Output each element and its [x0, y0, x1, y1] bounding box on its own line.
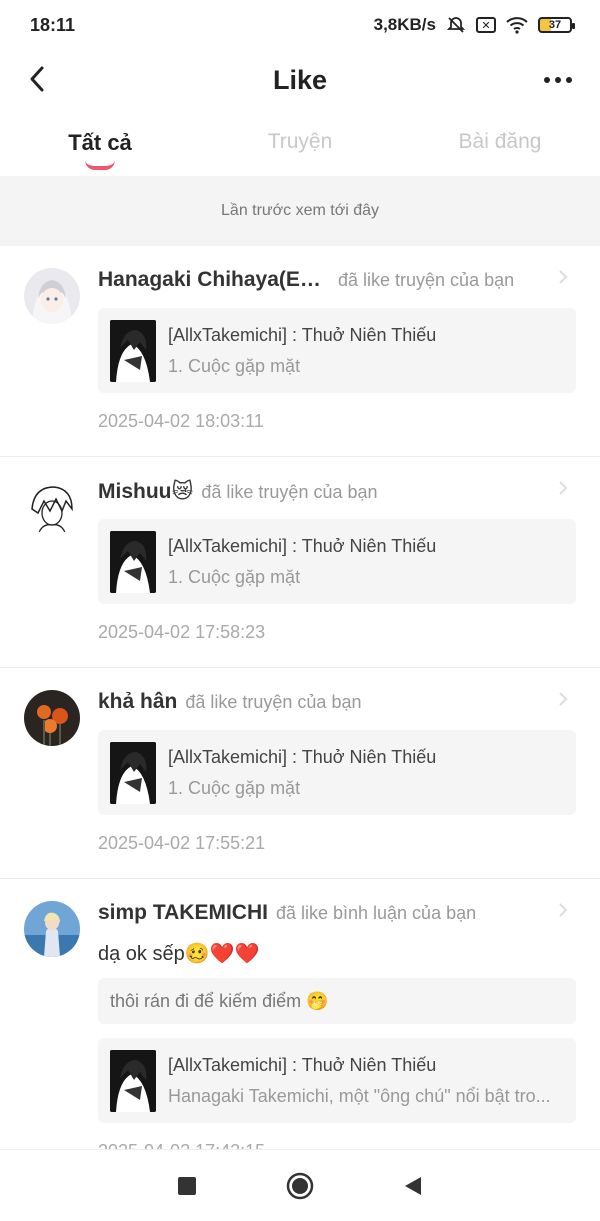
last-seen-divider: Lần trước xem tới đây [0, 176, 600, 246]
tab-all[interactable]: Tất cả [0, 118, 200, 176]
story-thumbnail [110, 530, 156, 593]
story-card[interactable]: [AllxTakemichi] : Thuở Niên Thiếu 1. Cuộ… [98, 730, 576, 815]
battery-icon: 37 [538, 17, 575, 33]
chevron-right-icon [559, 270, 568, 284]
action-text: đã like truyện của bạn [338, 270, 515, 290]
square-icon [177, 1176, 196, 1195]
action-text: đã like truyện của bạn [201, 482, 378, 502]
no-sim-icon: ✕ [476, 17, 496, 33]
tab-posts[interactable]: Bài đăng [400, 118, 600, 176]
list-item[interactable]: Hanagaki Chihaya(Em... đã like truyện củ… [0, 246, 600, 457]
timestamp: 2025-04-02 17:55:21 [98, 833, 266, 853]
chevron-right-icon [559, 692, 568, 706]
system-back-button[interactable] [393, 1166, 433, 1206]
liked-comment: dạ ok sếp🥴❤️❤️ [98, 943, 260, 965]
avatar[interactable] [24, 690, 80, 746]
more-button[interactable] [540, 68, 576, 92]
chapter-title: 1. Cuộc gặp mặt [168, 355, 301, 376]
app-header: Like [0, 50, 600, 110]
mute-bell-icon [446, 17, 466, 33]
battery-level: 37 [548, 19, 562, 31]
status-bar: 18:11 3,8KB/s ✕ 37 [0, 0, 600, 50]
avatar[interactable] [24, 268, 80, 324]
chevron-right-icon [559, 481, 568, 495]
active-tab-indicator [85, 160, 115, 170]
action-text: đã like truyện của bạn [185, 692, 362, 712]
story-title: [AllxTakemichi] : Thuở Niên Thiếu [168, 535, 437, 556]
network-speed: 3,8KB/s [373, 15, 436, 34]
status-time: 18:11 [30, 14, 76, 35]
page-title: Like [272, 64, 328, 95]
action-text: đã like bình luận của bạn [275, 903, 477, 923]
home-button[interactable] [280, 1166, 320, 1206]
more-dot [555, 77, 561, 83]
recent-apps-button[interactable] [167, 1166, 207, 1206]
quoted-comment[interactable]: thôi rán đi để kiếm điểm 🤭 [98, 978, 576, 1024]
wifi-icon [506, 17, 528, 34]
avatar[interactable] [24, 479, 80, 535]
more-dot [566, 77, 572, 83]
like-list: Hanagaki Chihaya(Em... đã like truyện củ… [0, 246, 600, 1186]
story-title: [AllxTakemichi] : Thuở Niên Thiếu [168, 324, 437, 345]
tab-bar: Tất cả Truyện Bài đăng [0, 118, 600, 176]
story-title: [AllxTakemichi] : Thuở Niên Thiếu [168, 1054, 437, 1075]
timestamp: 2025-04-02 18:03:11 [98, 411, 264, 431]
list-item[interactable]: Mishuu😿 đã like truyện của bạn [AllxTake… [0, 457, 600, 668]
chapter-title: 1. Cuộc gặp mặt [168, 777, 301, 798]
username[interactable]: khả hân [98, 690, 177, 714]
tab-stories[interactable]: Truyện [200, 118, 400, 176]
story-card[interactable]: [AllxTakemichi] : Thuở Niên Thiếu Hanaga… [98, 1038, 576, 1123]
status-icons: 3,8KB/s ✕ 37 [373, 15, 575, 35]
tab-label: Truyện [267, 130, 333, 153]
story-thumbnail [110, 319, 156, 382]
avatar[interactable] [24, 901, 80, 957]
story-title: [AllxTakemichi] : Thuở Niên Thiếu [168, 746, 437, 767]
triangle-back-icon [405, 1176, 422, 1195]
story-card[interactable]: [AllxTakemichi] : Thuở Niên Thiếu 1. Cuộ… [98, 519, 576, 604]
timestamp: 2025-04-02 17:58:23 [98, 622, 266, 642]
back-button[interactable] [22, 64, 52, 94]
story-description: Hanagaki Takemichi, một "ông chú" nổi bậ… [168, 1085, 551, 1106]
username[interactable]: Hanagaki Chihaya(Em... [98, 268, 330, 292]
circle-icon [286, 1172, 314, 1199]
story-thumbnail [110, 1049, 156, 1112]
tab-label: Tất cả [68, 130, 132, 155]
story-thumbnail [110, 741, 156, 804]
story-card[interactable]: [AllxTakemichi] : Thuở Niên Thiếu 1. Cuộ… [98, 308, 576, 393]
list-item[interactable]: simp TAKEMICHI đã like bình luận của bạn… [0, 879, 600, 1186]
username[interactable]: simp TAKEMICHI [98, 901, 268, 925]
more-dots-icon [544, 77, 550, 83]
chapter-title: 1. Cuộc gặp mặt [168, 566, 301, 587]
chevron-left-icon [30, 66, 44, 92]
system-nav-bar [0, 1149, 600, 1221]
list-item[interactable]: khả hân đã like truyện của bạn [AllxTake… [0, 668, 600, 879]
username[interactable]: Mishuu😿 [98, 479, 193, 504]
tab-label: Bài đăng [458, 130, 542, 153]
chevron-right-icon [559, 903, 568, 917]
